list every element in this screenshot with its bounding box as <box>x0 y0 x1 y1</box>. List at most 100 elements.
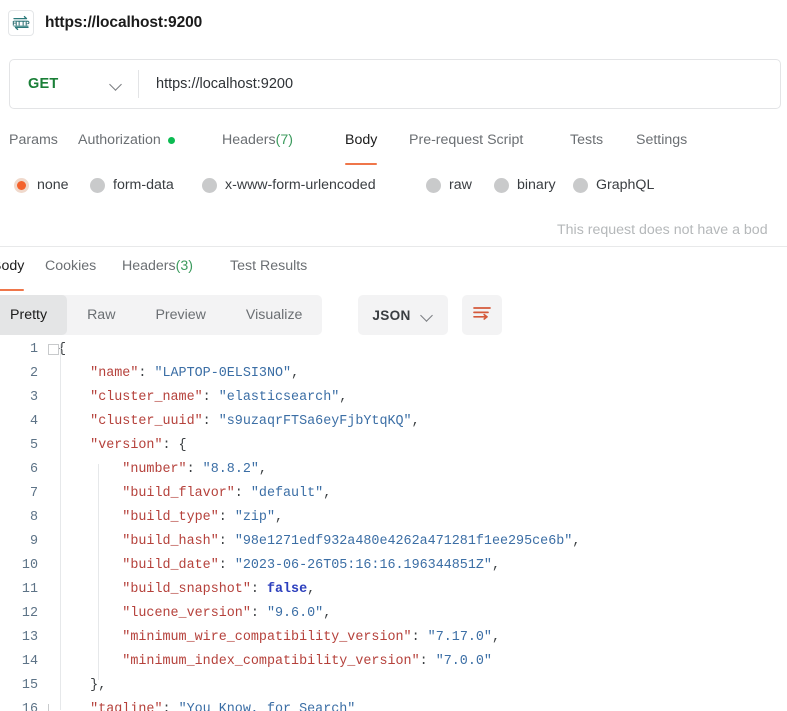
response-tab-cookies[interactable]: Cookies <box>45 248 96 284</box>
body-type-raw[interactable]: raw <box>426 177 472 193</box>
code-token: : <box>250 606 267 621</box>
code-token: "8.8.2" <box>202 462 259 477</box>
line-number: 1 <box>29 342 38 357</box>
request-tab-label: Pre-request Script <box>409 132 524 148</box>
active-tab-indicator <box>0 288 25 291</box>
code-lines: { "name": "LAPTOP-0ELSI3NO", "cluster_na… <box>58 338 580 711</box>
body-type-binary[interactable]: binary <box>494 177 556 193</box>
chevron-down-icon <box>110 78 123 91</box>
response-tab-test-results[interactable]: Test Results <box>230 248 307 284</box>
radio-button-icon[interactable] <box>90 177 105 193</box>
fold-marker-close[interactable] <box>48 704 57 711</box>
method-label: GET <box>28 76 59 92</box>
code-token: "minimum_wire_compatibility_version" <box>122 630 412 645</box>
code-line: "build_date": "2023-06-26T05:16:16.19634… <box>58 554 580 578</box>
radio-button-icon[interactable] <box>426 177 441 193</box>
code-token: "cluster_name" <box>90 390 203 405</box>
code-token: "elasticsearch" <box>218 390 340 405</box>
code-token: : <box>411 630 428 645</box>
body-type-label: raw <box>449 177 472 193</box>
response-view-toolbar: Pretty Raw Preview Visualize JSON <box>0 295 787 335</box>
code-token: , <box>258 462 267 477</box>
view-mode-raw[interactable]: Raw <box>67 295 135 335</box>
code-token: : <box>138 366 155 381</box>
line-number-gutter: 1 2 3 4 5 6 7 8 9 10 11 12 13 14 15 16 <box>0 338 46 711</box>
response-tab-body[interactable]: Body <box>0 248 25 291</box>
request-tab-params[interactable]: Params <box>9 122 58 158</box>
no-body-hint: This request does not have a bod <box>557 222 768 238</box>
body-type-graphql[interactable]: GraphQL <box>573 177 654 193</box>
request-tab-body[interactable]: Body <box>345 122 378 165</box>
response-tab-headers[interactable]: Headers (3) <box>122 248 193 284</box>
code-line: "build_flavor": "default", <box>58 482 580 506</box>
view-mode-segmented-control: Pretty Raw Preview Visualize <box>0 295 323 335</box>
request-tab-settings[interactable]: Settings <box>636 122 687 158</box>
code-token: "9.6.0" <box>266 606 324 621</box>
response-tabs: Body Cookies Headers (3) Test Results <box>0 248 787 291</box>
request-tab-label: Params <box>9 132 58 148</box>
code-line: "minimum_wire_compatibility_version": "7… <box>58 626 580 650</box>
line-number: 11 <box>21 582 38 597</box>
code-token: "7.0.0" <box>435 654 492 669</box>
code-line: "name": "LAPTOP-0ELSI3NO", <box>58 362 580 386</box>
code-token: : <box>202 390 219 405</box>
response-tab-label: Headers <box>122 258 176 274</box>
view-mode-preview[interactable]: Preview <box>135 295 225 335</box>
wrap-lines-icon <box>472 305 492 326</box>
radio-button-icon[interactable] <box>14 177 29 193</box>
body-type-x-www-form-urlencoded[interactable]: x-www-form-urlencoded <box>202 177 376 193</box>
code-token: : { <box>162 438 187 453</box>
code-token: , <box>307 582 316 597</box>
request-tab-headers[interactable]: Headers (7) <box>222 122 293 158</box>
line-number: 4 <box>29 414 38 429</box>
wrap-lines-button[interactable] <box>462 295 502 335</box>
view-mode-pretty[interactable]: Pretty <box>0 295 68 335</box>
code-token: "build_date" <box>122 558 219 573</box>
fold-marker-open[interactable] <box>48 344 59 355</box>
radio-button-icon[interactable] <box>202 177 217 193</box>
radio-button-icon[interactable] <box>573 177 588 193</box>
code-token: "LAPTOP-0ELSI3NO" <box>154 366 292 381</box>
code-line: "version": { <box>58 434 580 458</box>
code-line: "tagline": "You Know, for Search" <box>58 698 580 711</box>
line-number: 12 <box>21 606 38 621</box>
method-selector[interactable]: GET <box>10 60 138 108</box>
code-token: : <box>250 582 267 597</box>
count-badge: (3) <box>175 258 193 274</box>
format-selector[interactable]: JSON <box>358 295 448 335</box>
code-token: , <box>491 558 501 573</box>
request-tab-authorization[interactable]: Authorization <box>78 122 175 158</box>
request-tab-label: Settings <box>636 132 688 148</box>
request-tabs: Params Authorization Headers (7) Body Pre-re… <box>0 122 787 165</box>
code-token: : <box>218 510 235 525</box>
code-token: : <box>234 486 251 501</box>
code-token: "s9uzaqrFTSa6eyFjbYtqKQ" <box>218 414 412 429</box>
code-token: , <box>323 486 332 501</box>
view-mode-visualize[interactable]: Visualize <box>226 295 323 335</box>
code-line: "build_type": "zip", <box>58 506 580 530</box>
url-input[interactable]: https://localhost:9200 <box>139 76 293 92</box>
line-number: 13 <box>21 630 38 645</box>
code-token: "98e1271edf932a480e4262a471281f1ee295ce6… <box>234 534 573 549</box>
code-token: : <box>186 462 203 477</box>
body-type-label: x-www-form-urlencoded <box>225 177 376 193</box>
request-tab-pre-request-script[interactable]: Pre-request Script <box>409 122 523 158</box>
radio-button-icon[interactable] <box>494 177 509 193</box>
body-type-form-data[interactable]: form-data <box>90 177 174 193</box>
code-line: "lucene_version": "9.6.0", <box>58 602 580 626</box>
body-type-radio-group: none form-data x-www-form-urlencoded raw bin… <box>0 170 787 200</box>
request-tab-tests[interactable]: Tests <box>570 122 603 158</box>
response-body-viewer[interactable]: 1 2 3 4 5 6 7 8 9 10 11 12 13 14 15 16 { "name": "LAPTO… <box>0 338 787 711</box>
code-token: "lucene_version" <box>122 606 251 621</box>
code-token: : <box>218 534 235 549</box>
body-type-none[interactable]: none <box>14 177 69 193</box>
page-title: https://localhost:9200 <box>45 14 203 31</box>
